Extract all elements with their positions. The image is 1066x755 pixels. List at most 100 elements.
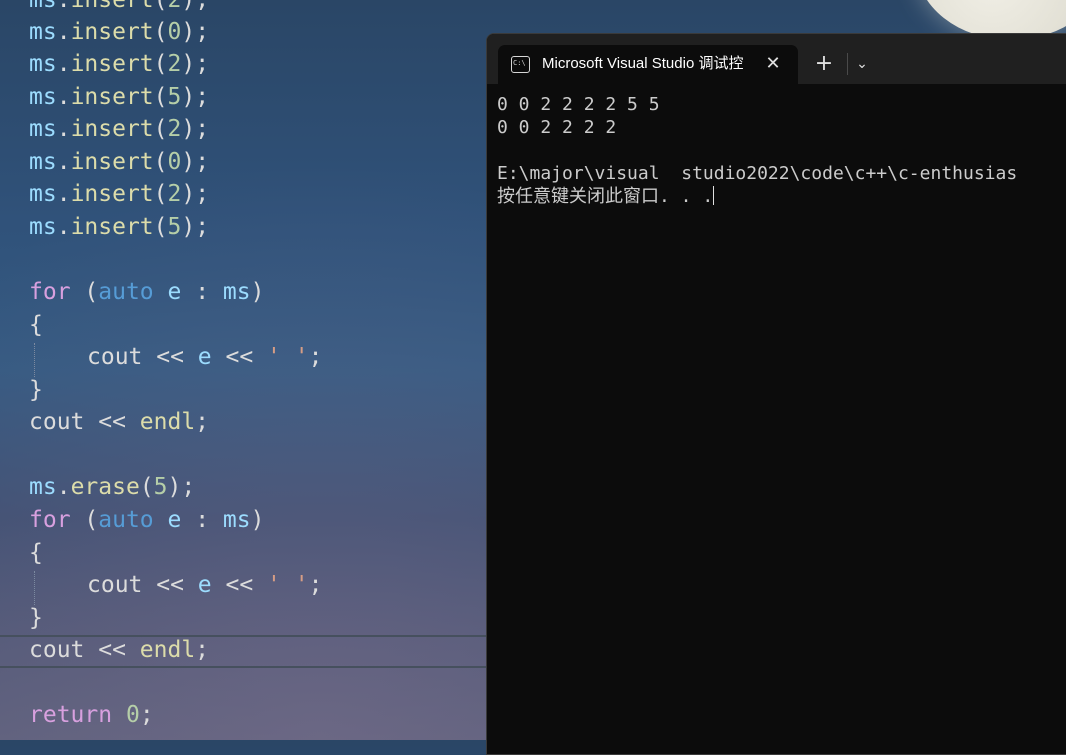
- punctuation: (: [153, 84, 168, 110]
- debug-console-window[interactable]: C:\ Microsoft Visual Studio 调试控 ✕ + ⌄ 0 …: [486, 33, 1066, 755]
- method-name: insert: [70, 19, 154, 45]
- identifier: cout: [29, 637, 85, 663]
- punctuation: .: [56, 0, 71, 13]
- code-line: {: [29, 309, 43, 341]
- keyword: auto: [98, 507, 154, 533]
- identifier: ms: [29, 0, 57, 13]
- code-line: ms.insert(2);: [29, 0, 209, 16]
- identifier: ms: [29, 51, 57, 77]
- punctuation: ): [250, 279, 265, 305]
- code-line: ms.insert(2);: [29, 48, 209, 80]
- char-literal: ' ': [267, 572, 309, 598]
- punctuation: ): [250, 507, 265, 533]
- number-literal: 0: [167, 19, 182, 45]
- punctuation: ;: [195, 637, 210, 663]
- number-literal: 2: [167, 51, 182, 77]
- punctuation: (: [153, 51, 168, 77]
- new-tab-button[interactable]: +: [809, 51, 839, 77]
- method-name: insert: [70, 214, 154, 240]
- punctuation: .: [56, 19, 71, 45]
- code-line: ms.erase(5);: [29, 471, 195, 503]
- code-line: ms.insert(5);: [29, 81, 209, 113]
- code-line: }: [29, 602, 43, 634]
- punctuation: );: [181, 214, 210, 240]
- punctuation: .: [56, 181, 71, 207]
- function-name: endl: [139, 409, 196, 435]
- identifier: ms: [29, 181, 57, 207]
- punctuation: );: [181, 149, 210, 175]
- identifier: ms: [29, 116, 57, 142]
- punctuation: .: [56, 474, 71, 500]
- punctuation: {: [29, 540, 43, 566]
- identifier: ms: [29, 214, 57, 240]
- char-literal: ' ': [267, 344, 309, 370]
- terminal-tab[interactable]: C:\ Microsoft Visual Studio 调试控 ✕: [498, 45, 798, 84]
- punctuation: }: [29, 605, 43, 631]
- punctuation: {: [29, 312, 43, 338]
- punctuation: .: [56, 51, 71, 77]
- terminal-icon-label: C:\: [513, 59, 526, 67]
- method-name: insert: [70, 51, 154, 77]
- code-line: return 0;: [29, 699, 154, 731]
- punctuation: (: [153, 19, 168, 45]
- punctuation: );: [181, 0, 210, 13]
- punctuation: (: [153, 181, 168, 207]
- punctuation: :: [181, 279, 223, 305]
- indent-guide: [34, 571, 35, 605]
- method-name: insert: [70, 116, 154, 142]
- code-editor[interactable]: ms.insert(2); ms.insert(0); ms.insert(2)…: [0, 0, 486, 740]
- punctuation: .: [56, 116, 71, 142]
- output-line-prompt: 按任意键关闭此窗口. . .: [497, 185, 1066, 208]
- punctuation: );: [181, 181, 210, 207]
- code-line: }: [29, 374, 43, 406]
- code-line: ms.insert(2);: [29, 178, 209, 210]
- identifier: cout: [87, 572, 143, 598]
- terminal-icon: C:\: [511, 56, 530, 73]
- number-literal: 5: [167, 84, 182, 110]
- chevron-down-icon[interactable]: ⌄: [849, 51, 875, 77]
- punctuation: (: [153, 116, 168, 142]
- number-literal: 2: [167, 0, 182, 13]
- indent-guide: [34, 343, 35, 377]
- punctuation: );: [167, 474, 196, 500]
- number-literal: 5: [167, 214, 182, 240]
- code-line: ms.insert(2);: [29, 113, 209, 145]
- punctuation: (: [70, 507, 99, 533]
- method-name: insert: [70, 0, 154, 13]
- code-line: for (auto e : ms): [29, 276, 264, 308]
- tab-separator: [847, 53, 848, 75]
- number-literal: 2: [167, 181, 182, 207]
- identifier: ms: [222, 507, 251, 533]
- operator: <<: [84, 409, 140, 435]
- punctuation: );: [181, 51, 210, 77]
- function-name: endl: [139, 637, 196, 663]
- identifier: ms: [222, 279, 251, 305]
- terminal-output[interactable]: 0 0 2 2 2 2 5 5 0 0 2 2 2 2 E:\major\vis…: [497, 93, 1066, 208]
- number-literal: 0: [125, 702, 140, 728]
- output-line: 0 0 2 2 2 2 5 5: [497, 94, 660, 115]
- output-line: 0 0 2 2 2 2: [497, 117, 617, 138]
- punctuation: );: [181, 84, 210, 110]
- identifier: ms: [29, 149, 57, 175]
- code-line: for (auto e : ms): [29, 504, 264, 536]
- terminal-tab-bar: C:\ Microsoft Visual Studio 调试控 ✕ + ⌄: [487, 34, 1066, 84]
- close-icon[interactable]: ✕: [760, 51, 786, 77]
- operator: <<: [211, 572, 268, 598]
- punctuation: ;: [308, 572, 323, 598]
- code-line: cout << e << ' ';: [87, 569, 322, 601]
- identifier: cout: [29, 409, 85, 435]
- text-cursor: [713, 186, 715, 205]
- method-name: insert: [70, 84, 154, 110]
- code-line: cout << e << ' ';: [87, 341, 322, 373]
- number-literal: 5: [153, 474, 168, 500]
- identifier: ms: [29, 84, 57, 110]
- keyword: for: [29, 279, 71, 305]
- punctuation: );: [181, 116, 210, 142]
- keyword: return: [29, 702, 113, 728]
- punctuation: ;: [139, 702, 154, 728]
- identifier: ms: [29, 19, 57, 45]
- keyword: auto: [98, 279, 154, 305]
- number-literal: 2: [167, 116, 182, 142]
- punctuation: .: [56, 149, 71, 175]
- punctuation: (: [70, 279, 99, 305]
